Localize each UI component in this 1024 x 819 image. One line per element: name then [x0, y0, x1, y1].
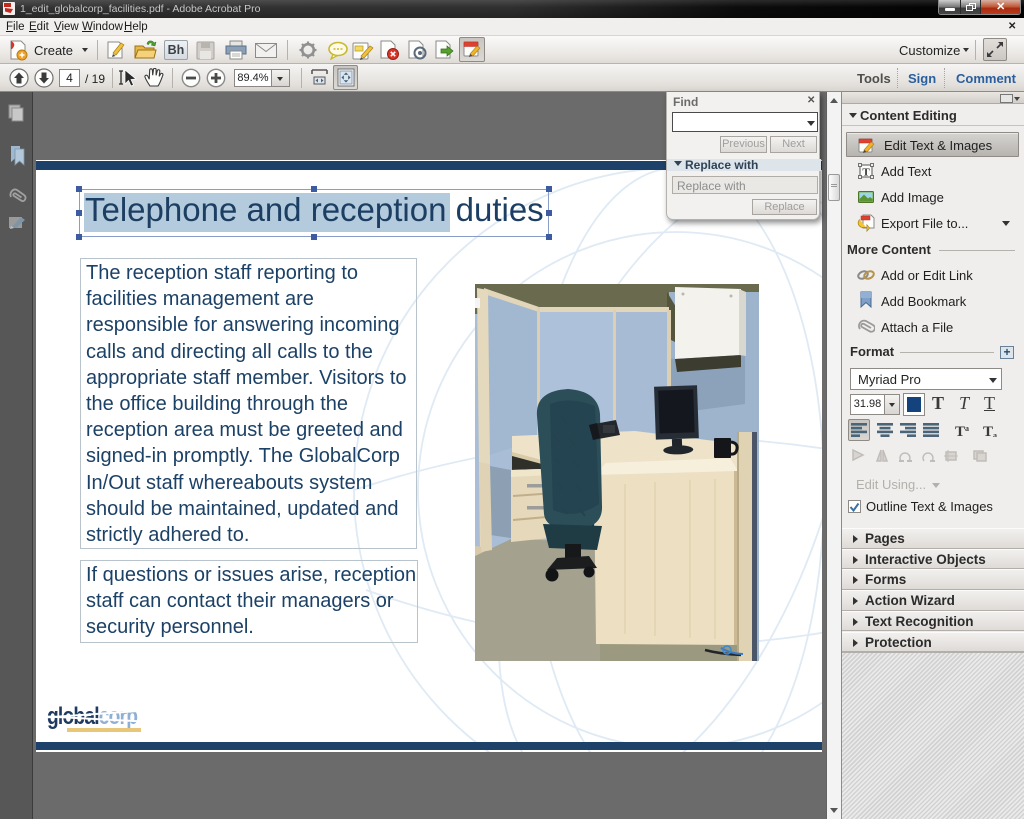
svg-text:T: T — [862, 167, 870, 179]
svg-text:T: T — [955, 424, 965, 437]
svg-text:a: a — [965, 424, 969, 433]
svg-text:T: T — [983, 424, 993, 437]
svg-text:a: a — [993, 431, 997, 437]
